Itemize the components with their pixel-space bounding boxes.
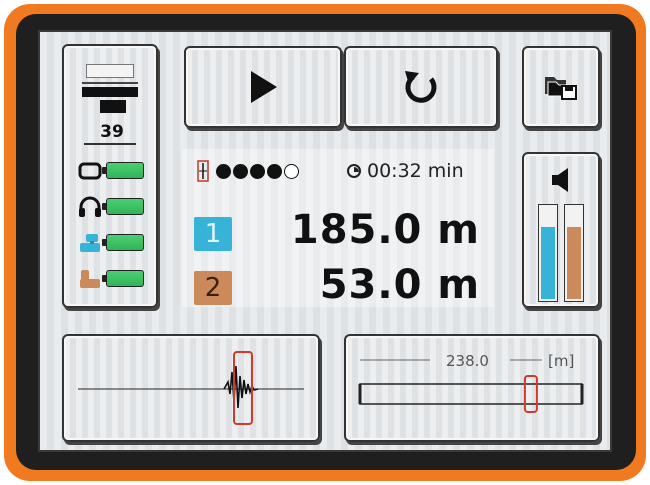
measurement-count: 39 bbox=[100, 122, 124, 142]
receiver-marker-icon bbox=[197, 160, 209, 182]
file-save-button[interactable] bbox=[522, 46, 600, 128]
channel-bar-block-small bbox=[100, 100, 126, 113]
battery-icon bbox=[106, 162, 144, 179]
device-status-row bbox=[78, 196, 150, 218]
scale-panel: 238.0 [m] bbox=[344, 334, 600, 442]
sensor-2-icon bbox=[80, 270, 100, 288]
receiver-unit-icon bbox=[78, 162, 102, 180]
channel-2-level-meter bbox=[564, 204, 584, 302]
channel-2-level-fill bbox=[567, 227, 581, 299]
scale-position-marker bbox=[523, 375, 538, 413]
signal-dot bbox=[216, 163, 231, 179]
channel-bar-line bbox=[82, 82, 138, 84]
signal-dot bbox=[284, 163, 299, 179]
channel-bar-outline bbox=[86, 64, 134, 78]
status-panel: 39 bbox=[62, 44, 158, 308]
speaker-icon bbox=[552, 168, 568, 192]
signal-dot bbox=[233, 163, 248, 179]
device-status-row bbox=[78, 268, 150, 290]
timer-value: 00:32 min bbox=[367, 160, 464, 182]
scale-unit: [m] bbox=[548, 352, 575, 370]
device-status-row bbox=[78, 160, 150, 182]
device-status-row bbox=[78, 232, 150, 254]
channel-2-badge: 2 bbox=[194, 271, 232, 305]
play-icon bbox=[251, 71, 277, 103]
scale-bar bbox=[359, 383, 583, 405]
waveform-panel[interactable] bbox=[62, 334, 320, 442]
channel-1-badge: 1 bbox=[194, 217, 232, 251]
sensor-1-icon bbox=[80, 234, 100, 252]
scale-length: 238.0 bbox=[446, 352, 489, 370]
screen: 39 00:32 min 1 185.0 m 2 53.0 m 238.0 [m… bbox=[38, 30, 612, 452]
reset-button[interactable] bbox=[344, 46, 498, 128]
folder-save-icon bbox=[545, 77, 577, 100]
distance-readout: 00:32 min 1 185.0 m 2 53.0 m bbox=[182, 149, 494, 308]
battery-icon bbox=[106, 270, 144, 287]
timer: 00:32 min bbox=[347, 159, 464, 183]
refresh-icon bbox=[405, 71, 437, 103]
volume-panel[interactable] bbox=[522, 152, 600, 308]
play-button[interactable] bbox=[184, 46, 342, 128]
signal-dot bbox=[250, 163, 265, 179]
waveform-display bbox=[78, 351, 304, 425]
signal-strength bbox=[196, 159, 299, 183]
headphones-icon bbox=[79, 196, 101, 217]
channel-1-level-meter bbox=[538, 204, 558, 302]
channel-2-distance: 53.0 m bbox=[319, 262, 480, 308]
channel-1-distance: 185.0 m bbox=[290, 207, 480, 253]
battery-icon bbox=[106, 234, 144, 251]
channel-bar-block bbox=[82, 87, 138, 97]
signal-dot bbox=[267, 163, 282, 179]
battery-icon bbox=[106, 198, 144, 215]
count-underline bbox=[84, 143, 136, 145]
channel-1-level-fill bbox=[541, 227, 555, 299]
clock-icon bbox=[347, 164, 361, 178]
